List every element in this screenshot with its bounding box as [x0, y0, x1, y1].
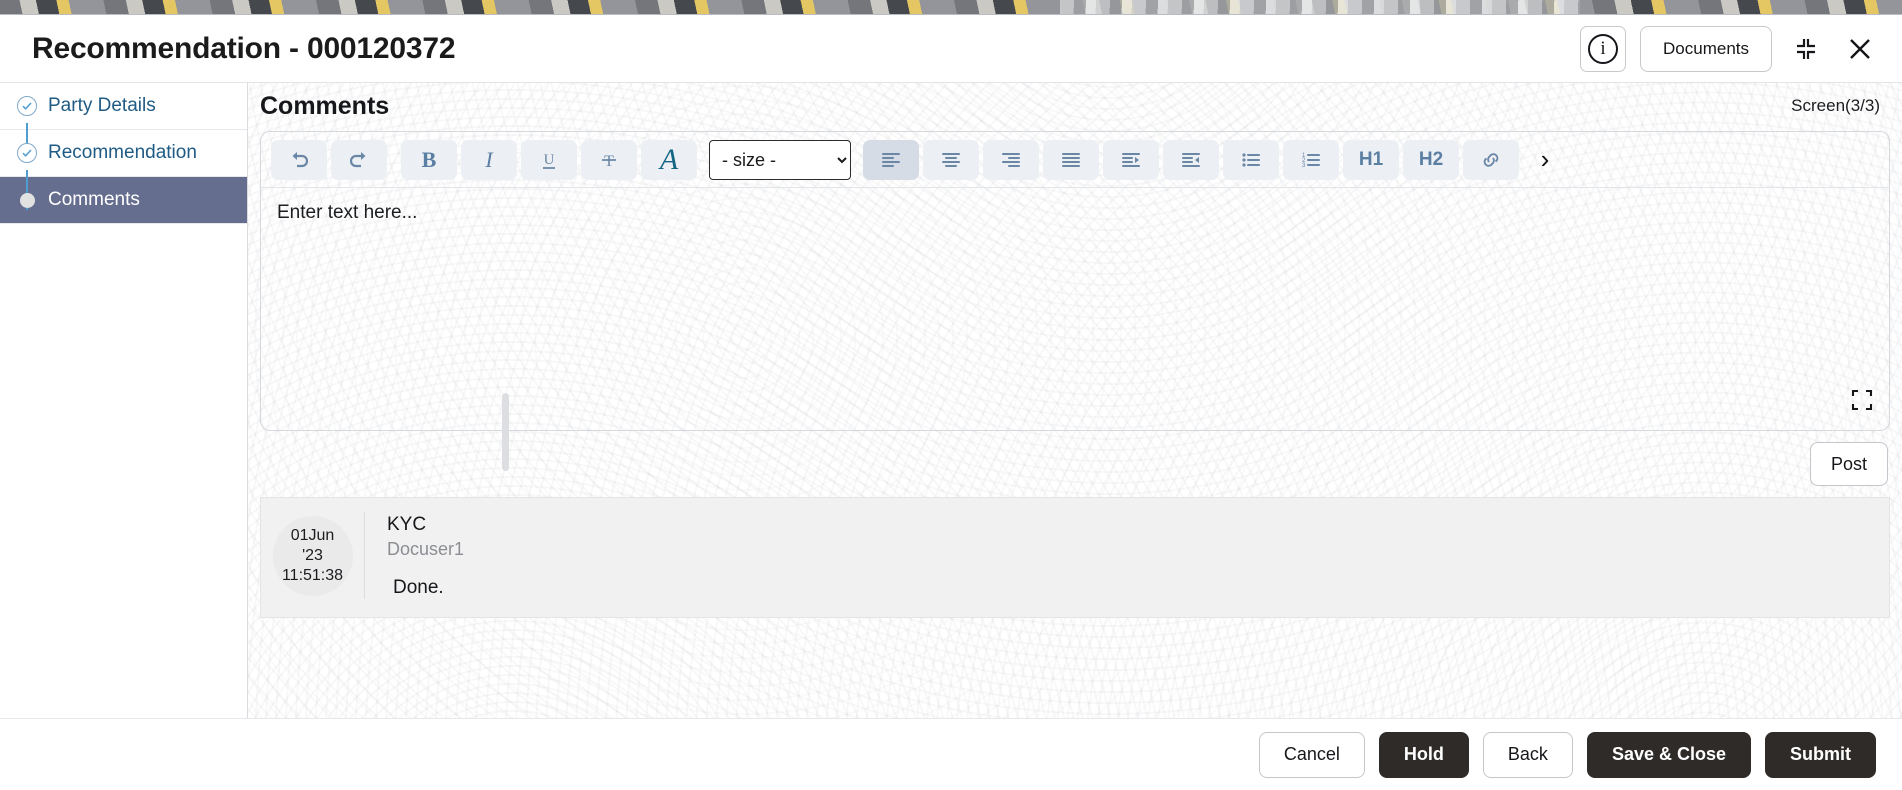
- submit-button[interactable]: Submit: [1765, 731, 1876, 778]
- desktop-background-strip: [0, 0, 1902, 14]
- link-icon[interactable]: [1463, 139, 1519, 180]
- editor-toolbar: B I U T A - size - 1 2 3 H1 H2 ›: [261, 132, 1889, 188]
- numbered-list-icon[interactable]: 123: [1283, 139, 1339, 180]
- font-color-icon[interactable]: A: [641, 139, 697, 180]
- comment-date-year: '23: [302, 546, 323, 564]
- align-justify-icon[interactable]: [1043, 139, 1099, 180]
- svg-text:T: T: [604, 153, 614, 170]
- editor-placeholder: Enter text here...: [277, 202, 418, 223]
- bold-icon[interactable]: B: [401, 139, 457, 180]
- indent-icon[interactable]: [1103, 139, 1159, 180]
- rich-text-editor: B I U T A - size - 1 2 3 H1 H2 › Enter t…: [260, 131, 1890, 431]
- wizard-sidebar: Party Details Recommendation Comments: [0, 83, 248, 718]
- svg-text:U: U: [544, 152, 555, 168]
- documents-button[interactable]: Documents: [1640, 25, 1772, 72]
- save-and-close-button[interactable]: Save & Close: [1586, 731, 1751, 778]
- check-circle-icon: [16, 142, 38, 164]
- sidebar-item-party-details[interactable]: Party Details: [0, 83, 247, 130]
- font-size-select[interactable]: - size -: [709, 139, 851, 180]
- back-button[interactable]: Back: [1482, 731, 1573, 778]
- collapse-icon: [1797, 38, 1815, 59]
- check-circle-icon: [16, 95, 38, 117]
- content-scrollbar[interactable]: [502, 393, 509, 471]
- page-title: Recommendation - 000120372: [32, 31, 456, 65]
- comment-body: KYC Docuser1 Done.: [365, 512, 1889, 599]
- collapse-button[interactable]: [1786, 29, 1826, 69]
- sidebar-item-recommendation[interactable]: Recommendation: [0, 130, 247, 177]
- recommendation-modal-window: Recommendation - 000120372 i Documents P…: [0, 14, 1902, 790]
- footer-actions: Cancel Hold Back Save & Close Submit: [0, 718, 1902, 790]
- close-icon: [1850, 38, 1870, 59]
- sidebar-item-comments[interactable]: Comments: [0, 177, 247, 224]
- sidebar-item-label: Comments: [48, 189, 140, 210]
- align-right-icon[interactable]: [983, 139, 1039, 180]
- cancel-button[interactable]: Cancel: [1258, 731, 1365, 778]
- screen-counter: Screen(3/3): [1791, 96, 1880, 115]
- comments-list: 01Jun '23 11:51:38 KYC Docuser1 Done.: [260, 497, 1890, 718]
- expand-icon[interactable]: [1849, 387, 1875, 418]
- close-button[interactable]: [1840, 29, 1880, 69]
- italic-icon[interactable]: I: [461, 139, 517, 180]
- underline-icon[interactable]: U: [521, 139, 577, 180]
- redo-icon[interactable]: [331, 139, 387, 180]
- desktop-background-gleam: [1060, 0, 1580, 14]
- info-circle-icon: i: [1588, 33, 1619, 64]
- pane-header: Comments Screen(3/3): [248, 83, 1902, 129]
- info-button[interactable]: i: [1580, 25, 1627, 72]
- dot-marker-icon: [16, 189, 38, 211]
- window-titlebar: Recommendation - 000120372 i Documents: [0, 15, 1902, 83]
- sidebar-item-label: Party Details: [48, 95, 156, 116]
- strikethrough-icon[interactable]: T: [581, 139, 637, 180]
- comment-date-day: 01Jun: [290, 526, 335, 544]
- heading-2-icon[interactable]: H2: [1403, 139, 1459, 180]
- toolbar-more-icon[interactable]: ›: [1523, 140, 1567, 180]
- svg-text:3: 3: [1302, 163, 1306, 169]
- comment-author: Docuser1: [387, 539, 465, 559]
- comment-item: 01Jun '23 11:51:38 KYC Docuser1 Done.: [260, 497, 1890, 618]
- comment-text: Done.: [393, 577, 444, 598]
- comment-time: 11:51:38: [281, 566, 344, 584]
- comment-title: KYC: [387, 514, 427, 535]
- align-left-icon[interactable]: [863, 139, 919, 180]
- undo-icon[interactable]: [271, 139, 327, 180]
- main-content: Comments Screen(3/3) B I U T A - size - …: [248, 83, 1902, 718]
- sidebar-item-label: Recommendation: [48, 142, 197, 163]
- align-center-icon[interactable]: [923, 139, 979, 180]
- post-button[interactable]: Post: [1809, 442, 1888, 486]
- bullet-list-icon[interactable]: [1223, 139, 1279, 180]
- post-row: Post: [248, 431, 1902, 497]
- outdent-icon[interactable]: [1163, 139, 1219, 180]
- pane-title: Comments: [260, 91, 390, 120]
- header-actions: i Documents: [1580, 25, 1880, 72]
- heading-1-icon[interactable]: H1: [1343, 139, 1399, 180]
- hold-button[interactable]: Hold: [1378, 731, 1469, 778]
- comment-timestamp: 01Jun '23 11:51:38: [261, 512, 365, 599]
- window-body: Party Details Recommendation Comments Co…: [0, 83, 1902, 718]
